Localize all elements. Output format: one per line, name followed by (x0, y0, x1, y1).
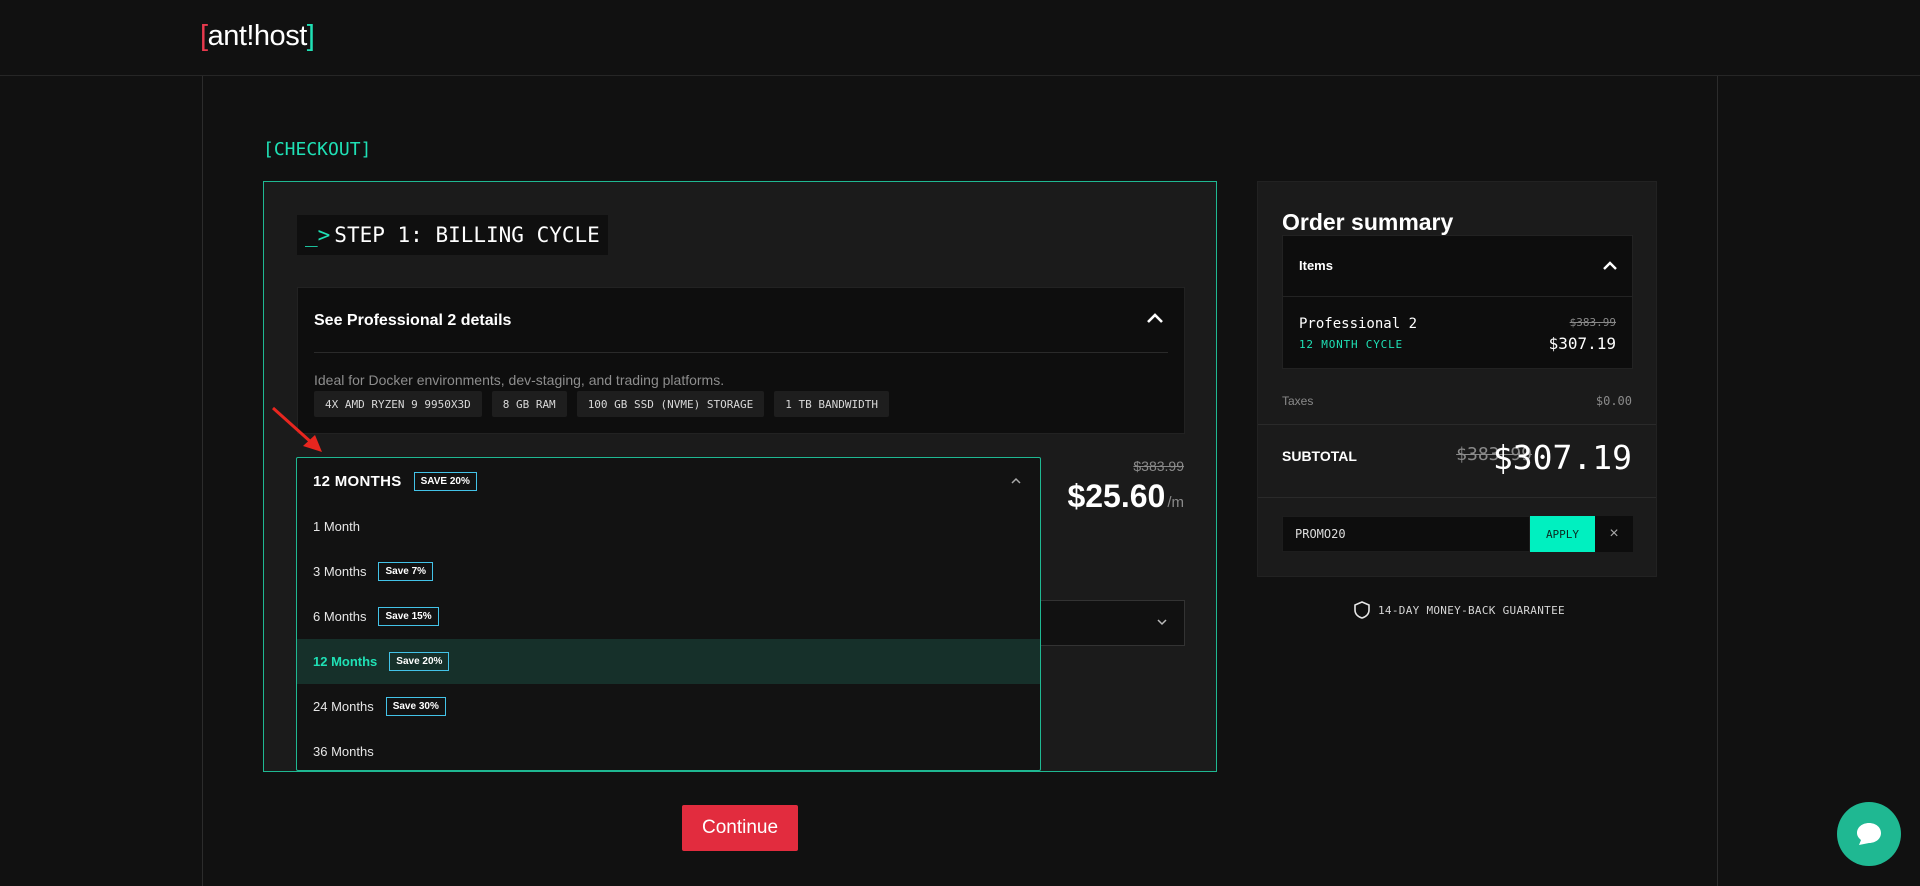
subtotal-label: SUBTOTAL (1282, 448, 1357, 464)
spec-list: 4X AMD RYZEN 9 9950X3D 8 GB RAM 100 GB S… (314, 391, 889, 417)
secondary-select[interactable] (1034, 600, 1185, 646)
chat-launcher-button[interactable] (1837, 802, 1901, 866)
divider (314, 352, 1168, 353)
option-12-months[interactable]: 12 Months Save 20% (297, 639, 1040, 684)
billing-cycle-dropdown[interactable]: 12 MONTHS SAVE 20% 1 Month 3 Months Save … (296, 457, 1041, 771)
clear-promo-button[interactable]: × (1595, 516, 1633, 552)
taxes-value: $0.00 (1595, 394, 1632, 408)
item-price: $307.19 (1548, 334, 1616, 353)
top-bar: [ant!host] (0, 0, 1920, 76)
shield-icon (1354, 601, 1370, 619)
apply-promo-button[interactable]: APPLY (1530, 516, 1595, 552)
step-title: _> STEP 1: BILLING CYCLE (297, 215, 608, 255)
savings-badge: SAVE 20% (413, 471, 477, 491)
taxes-label: Taxes (1282, 394, 1314, 408)
item-name: Professional 2 (1299, 316, 1418, 332)
option-24-months[interactable]: 24 Months Save 30% (297, 684, 1040, 729)
option-1-month[interactable]: 1 Month (297, 504, 1040, 549)
divider (1258, 497, 1656, 498)
savings-badge: Save 30% (385, 697, 446, 716)
chat-bubble-icon (1857, 823, 1881, 845)
divider (1283, 296, 1632, 297)
option-36-months[interactable]: 36 Months (297, 729, 1040, 774)
divider (1258, 424, 1656, 425)
chevron-up-icon (1011, 477, 1021, 484)
original-price: $383.99 (1133, 458, 1184, 474)
subtotal-value: $307.19 (1492, 438, 1632, 477)
column-divider-right (1717, 76, 1718, 886)
breadcrumb: [CHECKOUT] (263, 139, 372, 160)
savings-badge: Save 7% (378, 562, 434, 581)
option-6-months[interactable]: 6 Months Save 15% (297, 594, 1040, 639)
item-cycle: 12 MONTH CYCLE (1299, 338, 1403, 351)
continue-button[interactable]: Continue (682, 805, 798, 851)
spec-storage: 100 GB SSD (NVME) STORAGE (576, 391, 765, 417)
option-3-months[interactable]: 3 Months Save 7% (297, 549, 1040, 594)
chevron-up-icon[interactable] (1600, 256, 1620, 276)
monthly-price: $25.60/m (1067, 478, 1184, 514)
savings-badge: Save 20% (389, 652, 450, 671)
plan-details-panel: See Professional 2 details Ideal for Doc… (297, 287, 1185, 434)
items-panel: Items Professional 2 12 MONTH CYCLE $383… (1282, 235, 1633, 369)
item-original-price: $383.99 (1569, 316, 1616, 329)
prompt-icon: _> (305, 223, 331, 247)
column-divider-left (202, 76, 203, 886)
selected-cycle-label: 12 MONTHS (313, 472, 402, 490)
order-summary: Order summary Items Professional 2 12 MO… (1257, 181, 1657, 577)
items-toggle[interactable]: Items (1299, 258, 1333, 273)
money-back-guarantee: 14-DAY MONEY-BACK GUARANTEE (1354, 601, 1565, 619)
spec-cpu: 4X AMD RYZEN 9 9950X3D (314, 391, 482, 417)
order-summary-title: Order summary (1282, 209, 1454, 235)
plan-details-toggle[interactable]: See Professional 2 details (314, 312, 511, 330)
promo-code-input[interactable] (1282, 516, 1530, 552)
step-title-text: STEP 1: BILLING CYCLE (334, 223, 600, 247)
spec-bandwidth: 1 TB BANDWIDTH (774, 391, 889, 417)
chevron-down-icon (1157, 619, 1167, 626)
spec-ram: 8 GB RAM (491, 391, 567, 417)
billing-cycle-select[interactable]: 12 MONTHS SAVE 20% (297, 458, 1040, 504)
chevron-up-icon[interactable] (1144, 308, 1166, 330)
savings-badge: Save 15% (378, 607, 439, 626)
billing-cycle-options: 1 Month 3 Months Save 7% 6 Months Save 15%… (297, 504, 1040, 774)
logo[interactable]: [ant!host] (200, 20, 315, 53)
annotation-arrow-icon (271, 406, 322, 452)
plan-description: Ideal for Docker environments, dev-stagi… (314, 372, 725, 388)
